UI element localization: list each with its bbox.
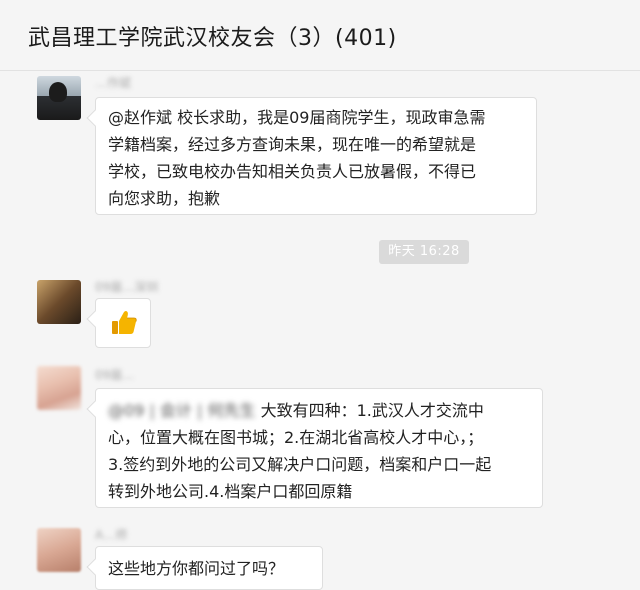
thumbs-up-icon [112, 311, 137, 334]
message-text: 这些地方你都问过了吗？ [108, 559, 285, 578]
message-line: @09 | 会计 | 何先生 大致有四种：1.武汉人才交流中 [108, 397, 530, 424]
message-bubble[interactable]: 这些地方你都问过了吗？ [95, 546, 323, 590]
chat-header: 武昌理工学院武汉校友会（3）(401) [0, 0, 640, 71]
sender-name: 09届… [95, 368, 135, 382]
sender-name: A…师 [95, 528, 128, 542]
mention-tag[interactable]: @09 | 会计 | 何先生 [108, 397, 256, 424]
sender-name: …作斌 [95, 76, 132, 90]
message-line: 向您求助，抱歉 [108, 189, 221, 208]
avatar[interactable] [37, 528, 81, 572]
message-line: 转到外地公司.4.档案户口都回原籍 [108, 482, 353, 501]
message-bubble[interactable]: @赵作斌 校长求助，我是09届商院学生，现政审急需 学籍档案，经过多方查询未果，… [95, 97, 537, 215]
avatar[interactable] [37, 366, 81, 410]
message-line: @赵作斌 校长求助，我是09届商院学生，现政审急需 [108, 108, 486, 127]
message-bubble[interactable]: @09 | 会计 | 何先生 大致有四种：1.武汉人才交流中 心，位置大概在图书… [95, 388, 543, 508]
chat-title: 武昌理工学院武汉校友会（3）(401) [28, 26, 397, 51]
message-line: 学校，已致电校办告知相关负责人已放暑假，不得已 [108, 162, 477, 181]
avatar[interactable] [37, 280, 81, 324]
message-bubble[interactable] [95, 298, 151, 348]
timestamp-badge: 昨天 16:28 [379, 240, 469, 264]
avatar[interactable] [37, 76, 81, 120]
message-line: 3.签约到外地的公司又解决户口问题，档案和户口一起 [108, 455, 492, 474]
sender-name: 09届…深圳 [95, 280, 159, 294]
message-line: 心，位置大概在图书城；2.在湖北省高校人才中心，； [108, 428, 484, 447]
message-line: 学籍档案，经过多方查询未果，现在唯一的希望就是 [108, 135, 477, 154]
message-text: 大致有四种：1.武汉人才交流中 [255, 401, 484, 420]
